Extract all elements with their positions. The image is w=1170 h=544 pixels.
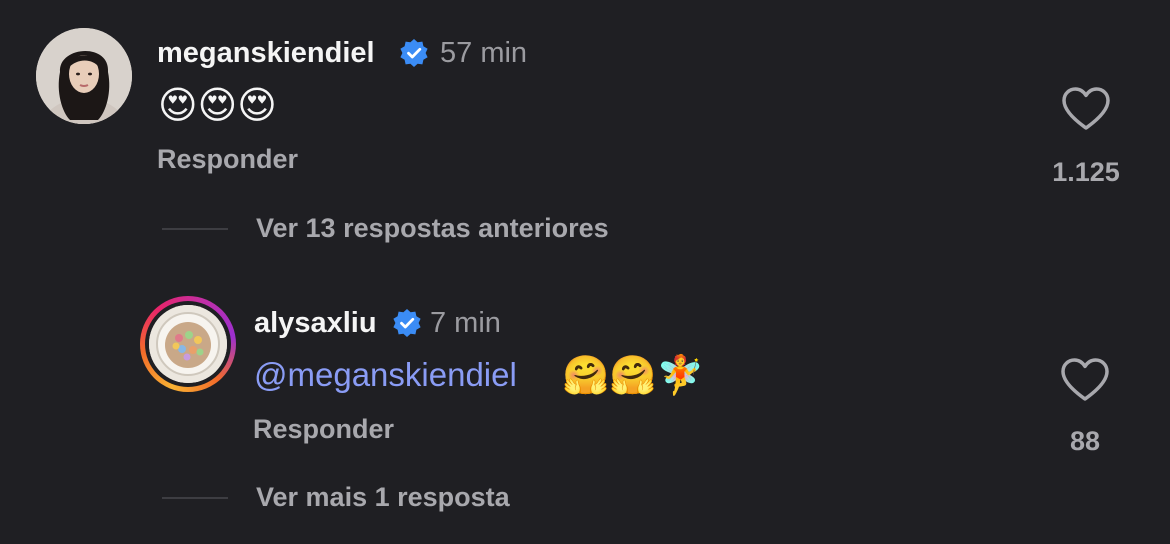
comment-username[interactable]: meganskiendiel xyxy=(157,37,375,70)
comment-timestamp: 57 min xyxy=(440,37,528,69)
avatar[interactable] xyxy=(140,296,236,392)
like-count: 1.125 xyxy=(1052,157,1120,187)
heart-outline-icon[interactable] xyxy=(1060,86,1112,132)
verified-badge-icon xyxy=(400,39,428,67)
mention-link[interactable]: @meganskiendiel xyxy=(254,356,517,394)
avatar[interactable] xyxy=(36,28,132,124)
view-more-replies-button[interactable]: Ver mais 1 resposta xyxy=(256,482,510,513)
avatar-photo xyxy=(36,28,132,124)
avatar-photo xyxy=(149,305,227,383)
reply-text: 🤗🤗🧚 xyxy=(562,353,704,397)
view-previous-replies-button[interactable]: Ver 13 respostas anteriores xyxy=(256,213,609,244)
like-count: 88 xyxy=(1069,426,1101,456)
thread-divider xyxy=(162,228,228,230)
heart-outline-icon[interactable] xyxy=(1059,357,1111,403)
reply-button[interactable]: Responder xyxy=(157,144,298,175)
thread-divider xyxy=(162,497,228,499)
comment-text: 😍😍😍 xyxy=(158,83,277,127)
reply-timestamp: 7 min xyxy=(430,307,501,339)
reply-button[interactable]: Responder xyxy=(253,414,394,445)
reply-username[interactable]: alysaxliu xyxy=(254,307,377,340)
verified-badge-icon xyxy=(393,309,421,337)
